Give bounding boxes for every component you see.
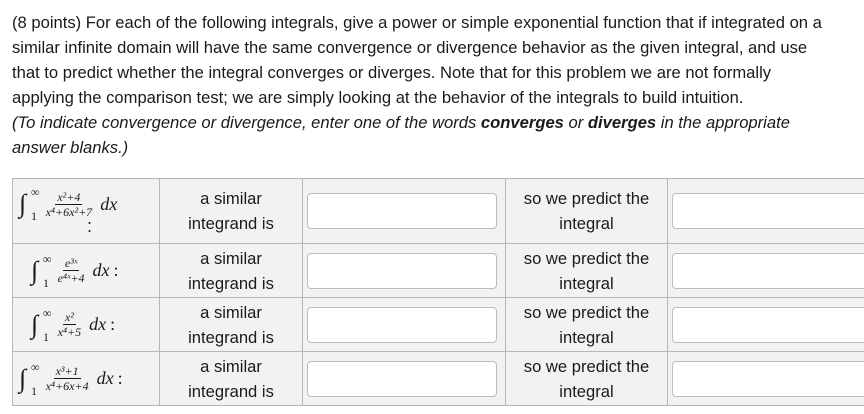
- question-row: ∫ ∞ 1 x³+1 x⁴+6x+4 dx : a similar integrand…: [12, 351, 864, 406]
- lower-limit: 1: [31, 383, 37, 398]
- predict-label-cell: so we predict the integral: [505, 178, 668, 244]
- numerator: x²+4: [55, 189, 83, 205]
- differential: dx: [96, 368, 114, 388]
- predict-label-line2: integral: [559, 381, 614, 401]
- problem-statement: (8 points) For each of the following int…: [12, 10, 864, 160]
- differential: dx: [89, 314, 107, 334]
- predict-input-cell: [667, 297, 864, 352]
- prediction-input[interactable]: [672, 306, 864, 343]
- integral-cell: ∫ ∞ 1 x² x⁴+5 dx :: [12, 297, 160, 352]
- similar-input-cell: [302, 351, 506, 406]
- prediction-input[interactable]: [672, 193, 864, 229]
- integrand-fraction: x² x⁴+5: [56, 310, 84, 339]
- intro-line-5-pre: (To indicate convergence or divergence, …: [12, 113, 481, 132]
- word-converges: converges: [480, 113, 564, 132]
- lower-limit: 1: [43, 275, 49, 290]
- integral-cell: ∫ ∞ 1 x³+1 x⁴+6x+4 dx :: [12, 351, 160, 406]
- integral-expression: ∫ ∞ 1 x² x⁴+5 dx :: [31, 305, 116, 343]
- denominator: e⁴ˣ+4: [57, 271, 85, 285]
- intro-line-6: answer blanks.): [12, 138, 129, 157]
- intro-line-2: similar infinite domain will have the sa…: [12, 38, 808, 57]
- similar-label-line2: integrand is: [188, 381, 274, 401]
- prediction-input[interactable]: [672, 252, 864, 289]
- numerator: x²: [62, 310, 76, 325]
- differential: dx: [100, 193, 118, 214]
- question-row: ∫ ∞ 1 x²+4 x⁴+6x²+7 dx : a similar integran…: [12, 178, 864, 244]
- differential: dx: [92, 260, 110, 280]
- upper-limit: ∞: [31, 359, 40, 374]
- integral-expression: ∫ ∞ 1 x²+4 x⁴+6x²+7 dx: [19, 186, 118, 223]
- upper-limit: ∞: [31, 185, 40, 199]
- question-row: ∫ ∞ 1 x² x⁴+5 dx : a similar integrand is s…: [12, 297, 864, 352]
- predict-input-cell: [667, 243, 864, 298]
- intro-line-5-post: in the appropriate: [656, 113, 790, 132]
- similar-label-line1: a similar: [200, 189, 262, 208]
- similar-label-cell: a similar integrand is: [159, 243, 303, 298]
- colon: :: [117, 368, 123, 388]
- similar-integrand-input[interactable]: [307, 193, 497, 229]
- integral-expression: ∫ ∞ 1 e³ˣ e⁴ˣ+4 dx :: [31, 251, 119, 289]
- integral-cell: ∫ ∞ 1 x²+4 x⁴+6x²+7 dx :: [12, 178, 160, 244]
- similar-label-cell: a similar integrand is: [159, 297, 303, 352]
- lower-limit: 1: [43, 329, 49, 344]
- intro-line-4: applying the comparison test; we are sim…: [12, 88, 744, 107]
- predict-label-cell: so we predict the integral: [505, 297, 668, 352]
- predict-input-cell: [667, 178, 864, 244]
- predict-label-line1: so we predict the: [523, 356, 650, 376]
- similar-label-line2: integrand is: [188, 214, 274, 233]
- intro-line-3: that to predict whether the integral con…: [12, 63, 772, 82]
- intro-line-1: (8 points) For each of the following int…: [12, 13, 822, 32]
- word-diverges: diverges: [587, 113, 657, 132]
- predict-label-line2: integral: [559, 273, 614, 293]
- upper-limit: ∞: [43, 251, 52, 266]
- similar-input-cell: [302, 243, 506, 298]
- intro-line-5-mid: or: [563, 113, 588, 132]
- similar-input-cell: [302, 178, 506, 244]
- upper-limit: ∞: [43, 305, 52, 320]
- predict-label-line1: so we predict the: [523, 302, 650, 322]
- similar-input-cell: [302, 297, 506, 352]
- similar-integrand-input[interactable]: [307, 360, 497, 397]
- predict-label-line1: so we predict the: [523, 248, 650, 268]
- numerator: x³+1: [53, 364, 81, 379]
- predict-label-line2: integral: [559, 214, 614, 233]
- lower-limit: 1: [31, 209, 37, 223]
- integral-cell: ∫ ∞ 1 e³ˣ e⁴ˣ+4 dx :: [12, 243, 160, 298]
- colon: :: [87, 215, 93, 236]
- similar-integrand-input[interactable]: [307, 306, 497, 343]
- colon: :: [113, 260, 119, 280]
- denominator: x⁴+5: [57, 325, 82, 339]
- question-row: ∫ ∞ 1 e³ˣ e⁴ˣ+4 dx : a similar integrand is…: [12, 243, 864, 298]
- similar-label-line1: a similar: [200, 356, 262, 376]
- similar-label-line2: integrand is: [188, 327, 274, 347]
- integrand-fraction: e³ˣ e⁴ˣ+4: [56, 256, 87, 285]
- integral-expression: ∫ ∞ 1 x³+1 x⁴+6x+4 dx :: [19, 359, 123, 397]
- similar-label-cell: a similar integrand is: [159, 351, 303, 406]
- integrand-fraction: x²+4 x⁴+6x²+7: [44, 190, 95, 219]
- integrand-fraction: x³+1 x⁴+6x+4: [44, 364, 91, 393]
- intro-line-5: (To indicate convergence or divergence, …: [12, 110, 864, 135]
- question-table: ∫ ∞ 1 x²+4 x⁴+6x²+7 dx : a similar integran…: [12, 178, 864, 406]
- numerator: e³ˣ: [62, 256, 80, 271]
- predict-label-cell: so we predict the integral: [505, 243, 668, 298]
- similar-label-line1: a similar: [200, 302, 262, 322]
- similar-label-cell: a similar integrand is: [159, 178, 303, 244]
- predict-label-line2: integral: [559, 327, 614, 347]
- predict-label-line1: so we predict the: [523, 189, 650, 208]
- similar-label-line1: a similar: [200, 248, 262, 268]
- prediction-input[interactable]: [672, 360, 864, 397]
- colon: :: [110, 314, 116, 334]
- predict-input-cell: [667, 351, 864, 406]
- similar-label-line2: integrand is: [188, 273, 274, 293]
- denominator: x⁴+6x+4: [45, 379, 89, 393]
- similar-integrand-input[interactable]: [307, 252, 497, 289]
- predict-label-cell: so we predict the integral: [505, 351, 668, 406]
